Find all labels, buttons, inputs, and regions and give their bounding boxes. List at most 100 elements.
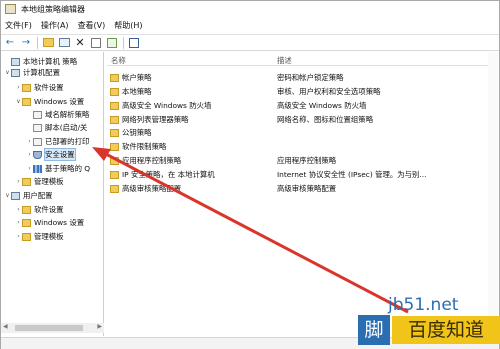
menu-help[interactable]: 帮助(H) [114,20,142,31]
folder-icon [110,171,119,179]
collapsed-chevron-icon[interactable]: › [26,163,33,174]
scroll-thumb[interactable] [15,325,83,331]
toolbar: ← → ✕ [1,34,499,51]
collapsed-chevron-icon[interactable]: › [15,176,22,187]
tree-item-label: 安全设置 [44,148,76,161]
tree-item[interactable]: › Windows 设置 [15,217,84,228]
policy-document-icon [33,110,42,119]
list-item-name: 高级安全 Windows 防火墙 [122,101,212,110]
tree-item-label: 软件设置 [34,205,64,214]
folder-icon [110,88,119,96]
list-item[interactable]: 帐户策略 密码和帐户锁定策略 [107,72,497,83]
folder-icon [22,97,31,106]
policy-document-icon [33,123,42,132]
toolbar-separator [123,36,124,49]
tree-item[interactable]: ∨ Windows 设置 [15,96,84,107]
list-item-name: 网络列表管理器策略 [122,115,189,124]
list-item[interactable]: 公钥策略 [107,127,497,138]
collapsed-chevron-icon[interactable]: › [15,82,22,93]
tree-item[interactable]: › 基于策略的 Q [26,163,90,174]
tree-item[interactable]: 域名解析策略 [26,109,89,120]
collapsed-chevron-icon[interactable]: › [15,217,22,228]
up-folder-icon[interactable] [42,37,54,49]
collapsed-chevron-icon[interactable]: › [26,149,33,160]
list-item[interactable]: 软件限制策略 [107,141,497,152]
app-icon [5,4,16,14]
properties-icon[interactable] [90,37,102,49]
list-item[interactable]: 应用程序控制策略 应用程序控制策略 [107,155,497,166]
tree-item-label: 域名解析策略 [45,110,90,119]
list-item-name: 软件限制策略 [122,142,167,151]
tree-item-label: 管理模板 [34,232,64,241]
scroll-left-icon[interactable]: ◀ [3,323,8,330]
list-header: 名称 描述 [107,55,497,66]
tree-item[interactable]: ∨ 用户配置 [4,190,52,201]
collapsed-chevron-icon[interactable]: › [26,136,33,147]
tree-item[interactable]: 本地计算机 策略 [4,56,77,67]
list-item-description: 网络名称、图标和位置组策略 [277,115,374,124]
collapsed-chevron-icon[interactable]: › [15,231,22,242]
menu-action[interactable]: 操作(A) [41,20,69,31]
list-item[interactable]: IP 安全策略，在 本地计算机 Internet 协议安全性 (IPsec) 管理… [107,169,497,180]
list-item[interactable]: 本地策略 审核、用户权利和安全选项策略 [107,86,497,97]
tree-item[interactable]: ∨ 计算机配置 [4,67,60,78]
tree-item[interactable]: 脚本(启动/关 [26,122,87,133]
folder-icon [22,177,31,186]
tree-item-label: 已部署的打印 [45,137,90,146]
folder-icon [110,74,119,82]
tree-horizontal-scrollbar[interactable]: ◀ ▶ [1,323,104,333]
folder-icon [22,218,31,227]
expanded-chevron-icon[interactable]: ∨ [4,67,11,78]
watermark-baidu-logo: 百度知道 [392,316,500,344]
toolbar-separator [37,36,38,49]
scroll-right-icon[interactable]: ▶ [97,323,102,330]
tree-item[interactable]: › 软件设置 [15,204,64,215]
tree-item[interactable]: › 管理模板 [15,231,64,242]
menu-file[interactable]: 文件(F) [5,20,32,31]
watermark-url: jb51.net [388,295,459,315]
collapsed-chevron-icon[interactable]: › [15,204,22,215]
expanded-chevron-icon[interactable]: ∨ [4,190,11,201]
list-item-description: 高级安全 Windows 防火墙 [277,101,367,110]
folder-icon [110,157,119,165]
folder-icon [110,185,119,193]
list-item-name: 高级审核策略配置 [122,184,182,193]
delete-icon[interactable]: ✕ [74,36,86,49]
help-icon[interactable] [128,37,140,49]
folder-icon [22,232,31,241]
column-header-name[interactable]: 名称 [111,55,126,66]
tree-item-label: 脚本(启动/关 [45,123,88,132]
list-item-description: 高级审核策略配置 [277,184,337,193]
list-item-name: 帐户策略 [122,73,152,82]
show-hide-tree-icon[interactable] [58,37,70,49]
computer-icon [11,57,20,66]
details-list: 名称 描述 帐户策略 密码和帐户锁定策略 本地策略 审核、用户权利和安全选项策略 高级安… [107,52,497,336]
list-item[interactable]: 高级审核策略配置 高级审核策略配置 [107,183,497,194]
folder-icon [110,116,119,124]
folder-icon [110,129,119,137]
menu-view[interactable]: 查看(V) [78,20,106,31]
folder-icon [22,83,31,92]
policy-document-icon [33,137,42,146]
computer-icon [11,191,20,200]
tree-item-label: 软件设置 [34,83,64,92]
list-item[interactable]: 网络列表管理器策略 网络名称、图标和位置组策略 [107,114,497,125]
tree-item[interactable]: › 管理模板 [15,176,64,187]
tree-item-label: Windows 设置 [34,97,85,106]
title-bar: 本地组策略编辑器 [1,1,499,17]
column-header-description[interactable]: 描述 [277,55,292,66]
tree-item[interactable]: › 安全设置 [26,148,76,161]
export-icon[interactable] [106,37,118,49]
list-item[interactable]: 高级安全 Windows 防火墙 高级安全 Windows 防火墙 [107,100,497,111]
tree-item-label: 管理模板 [34,177,64,186]
back-icon[interactable]: ← [4,37,16,49]
expanded-chevron-icon[interactable]: ∨ [15,96,22,107]
tree-item[interactable]: › 已部署的打印 [26,136,89,147]
list-vertical-scrollbar[interactable] [488,52,498,336]
list-item-description: 应用程序控制策略 [277,156,337,165]
list-item-name: 公钥策略 [122,128,152,137]
list-item-name: 应用程序控制策略 [122,156,182,165]
forward-icon[interactable]: → [20,37,32,49]
tree-item[interactable]: › 软件设置 [15,82,64,93]
computer-icon [11,68,20,77]
